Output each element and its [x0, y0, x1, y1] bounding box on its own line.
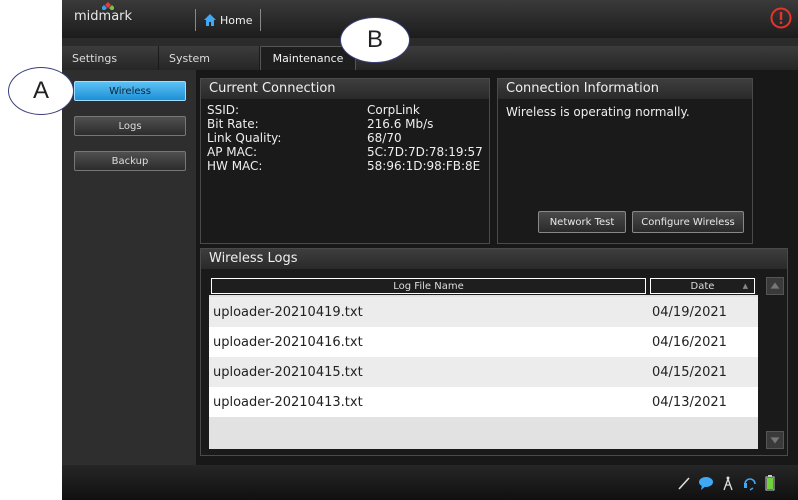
log-date: 04/13/2021	[652, 395, 727, 410]
scroll-down-icon[interactable]	[766, 431, 784, 449]
ssid-value: CorpLink	[367, 103, 420, 117]
connection-values: CorpLink 216.6 Mb/s 68/70 5C:7D:7D:78:19…	[367, 103, 483, 173]
configure-wireless-label: Configure Wireless	[641, 216, 735, 228]
bit-rate-label: Bit Rate:	[207, 117, 259, 131]
ap-mac-label: AP MAC:	[207, 145, 258, 159]
tab-maintenance[interactable]: Maintenance	[260, 46, 356, 70]
configure-wireless-button[interactable]: Configure Wireless	[632, 211, 744, 233]
tab-system[interactable]: System	[159, 46, 260, 70]
chat-bubble-icon[interactable]	[698, 475, 714, 491]
callout-b-letter: B	[366, 26, 383, 53]
log-file-name: uploader-20210419.txt	[213, 305, 363, 320]
network-test-button[interactable]: Network Test	[538, 211, 626, 233]
column-label: Date	[690, 280, 715, 292]
network-test-label: Network Test	[549, 216, 615, 228]
sidebar-item-label: Wireless	[109, 85, 151, 97]
tab-maintenance-label: Maintenance	[272, 52, 344, 65]
home-button[interactable]: Home	[195, 9, 262, 31]
panel-title: Current Connection	[201, 79, 489, 99]
connection-labels: SSID: Bit Rate: Link Quality: AP MAC: HW…	[207, 103, 281, 173]
sidebar-item-label: Backup	[111, 155, 149, 167]
table-header: Log File Name Date ▲	[209, 277, 758, 295]
link-quality-value: 68/70	[367, 131, 402, 145]
hw-mac-value: 58:96:1D:98:FB:8E	[367, 159, 481, 173]
ssid-label: SSID:	[207, 103, 240, 117]
power-alert-icon[interactable]	[770, 7, 792, 29]
sidebar-item-backup[interactable]: Backup	[74, 151, 186, 171]
current-connection-panel: Current Connection SSID: Bit Rate: Link …	[200, 78, 490, 244]
tab-system-label: System	[169, 51, 211, 65]
status-bar	[62, 465, 798, 500]
tab-settings-label: Settings	[72, 51, 118, 65]
antenna-icon	[723, 476, 733, 491]
sidebar: Wireless Logs Backup	[62, 70, 196, 465]
log-file-name: uploader-20210416.txt	[213, 335, 363, 350]
tab-bar: Settings System Maintenance	[62, 46, 798, 70]
sidebar-item-label: Logs	[118, 120, 142, 132]
top-bar: midmark Home	[62, 0, 798, 38]
table-row[interactable]: uploader-20210419.txt 04/19/2021	[209, 297, 758, 327]
connection-status-message: Wireless is operating normally.	[506, 105, 690, 119]
log-file-name: uploader-20210415.txt	[213, 365, 363, 380]
log-date: 04/15/2021	[652, 365, 727, 380]
log-file-name: uploader-20210413.txt	[213, 395, 363, 410]
ap-mac-value: 5C:7D:7D:78:19:57	[367, 145, 483, 159]
log-date: 04/16/2021	[652, 335, 727, 350]
scroll-up-icon[interactable]	[766, 277, 784, 295]
stylus-icon	[678, 477, 690, 490]
tab-bar-filler	[356, 46, 798, 70]
log-date: 04/19/2021	[652, 305, 727, 320]
bit-rate-value: 216.6 Mb/s	[367, 117, 434, 131]
sort-ascending-icon: ▲	[742, 282, 748, 290]
logs-table: Log File Name Date ▲ uploader-20210419.t…	[209, 277, 758, 449]
callout-a-letter: A	[32, 77, 49, 104]
callout-a: A	[8, 67, 74, 115]
sidebar-item-logs[interactable]: Logs	[74, 116, 186, 136]
table-row[interactable]: uploader-20210413.txt 04/13/2021	[209, 387, 758, 417]
link-quality-label: Link Quality:	[207, 131, 282, 145]
sidebar-item-wireless[interactable]: Wireless	[74, 81, 186, 101]
callout-b: B	[340, 17, 410, 63]
panel-title: Connection Information	[498, 79, 752, 99]
wireless-logs-panel: Wireless Logs Log File Name Date ▲ uploa…	[200, 248, 788, 456]
headset-icon	[744, 478, 756, 491]
app-window: midmark Home Settings System Maintenance…	[62, 0, 798, 500]
column-date[interactable]: Date ▲	[650, 278, 755, 294]
main-content: Current Connection SSID: Bit Rate: Link …	[196, 70, 798, 465]
column-log-file-name[interactable]: Log File Name	[211, 278, 646, 294]
home-label: Home	[220, 13, 253, 27]
panel-title: Wireless Logs	[201, 249, 787, 269]
home-icon	[204, 14, 216, 26]
logo-text: midmark	[74, 9, 133, 24]
table-row[interactable]: uploader-20210415.txt 04/15/2021	[209, 357, 758, 387]
column-label: Log File Name	[393, 280, 464, 292]
table-row[interactable]: uploader-20210416.txt 04/16/2021	[209, 327, 758, 357]
hw-mac-label: HW MAC:	[207, 159, 263, 173]
tab-settings[interactable]: Settings	[62, 46, 159, 70]
connection-info-panel: Connection Information Wireless is opera…	[497, 78, 753, 244]
logo-mark-icon	[102, 2, 114, 10]
battery-icon	[765, 475, 775, 491]
logo: midmark	[74, 2, 133, 24]
